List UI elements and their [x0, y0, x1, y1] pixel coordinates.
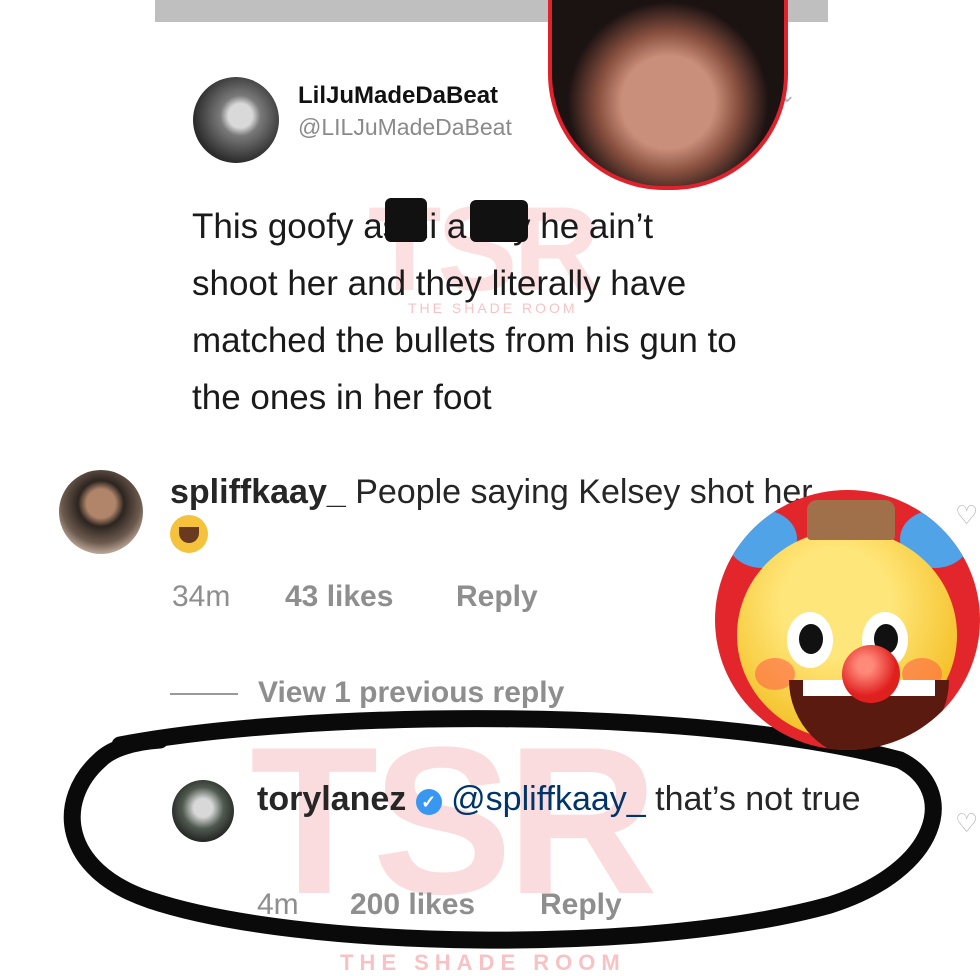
hand-drawn-circle [63, 710, 942, 949]
clown-face [737, 530, 957, 750]
clown-eye [787, 612, 833, 668]
clown-nose [842, 645, 900, 703]
clown-hat [807, 500, 895, 540]
clown-emoji [715, 490, 980, 750]
